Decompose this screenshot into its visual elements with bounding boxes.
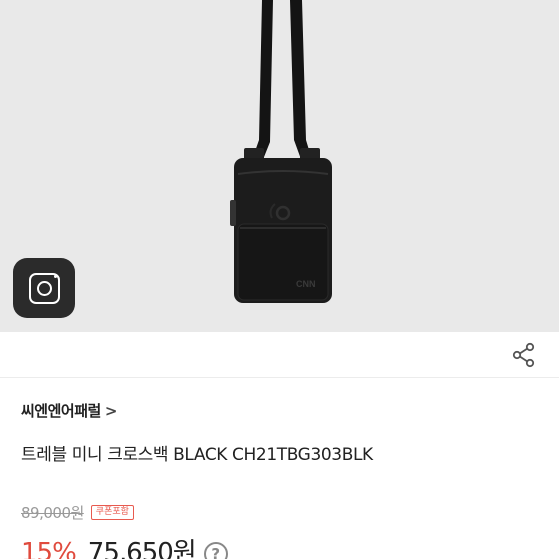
brand-name: 씨엔엔어패럴 [21,402,101,420]
crossbody-bag-image: CNN [230,0,332,303]
bag-logo-text: CNN [296,279,316,289]
discount-rate: 15% [21,538,77,559]
share-icon [512,342,535,368]
product-image: CNN [0,0,559,332]
original-price: 89,000원 [21,504,84,522]
action-bar [0,332,559,378]
camera-icon [28,272,60,304]
share-button[interactable] [509,340,539,370]
product-title: 트레블 미니 크로스백 BLACK CH21TBG303BLK [21,445,373,465]
camera-button[interactable] [13,258,75,318]
sale-price: 75,650원 [87,538,197,559]
brand-link[interactable]: 씨엔엔어패럴 > [21,400,117,421]
question-circle-icon[interactable]: ? [203,542,228,559]
original-price-row: 89,000원 쿠폰포함 [21,502,134,523]
coupon-badge: 쿠폰포함 [90,505,134,520]
chevron-right-icon: > [104,401,118,420]
sale-price-row: 15% 75,650원 ? [21,532,228,559]
